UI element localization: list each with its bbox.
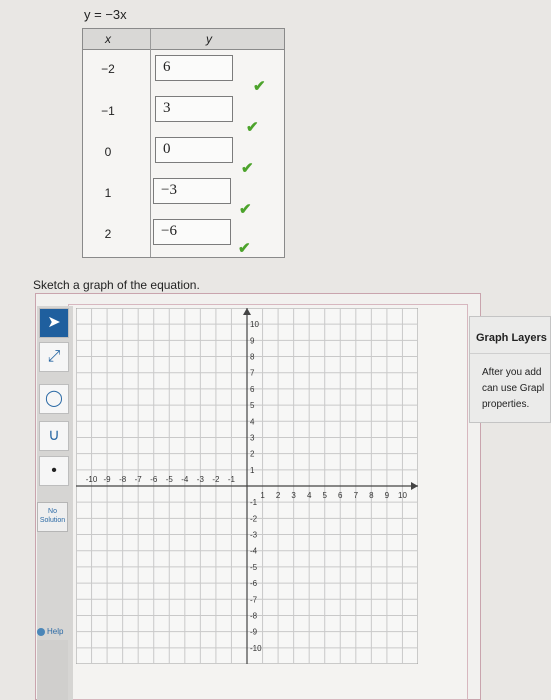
help-label: Help (47, 627, 64, 636)
coordinate-grid[interactable]: -10 -9 -8 -7 -6 -5 -4 -3 -2 -11 2 3 4 5 6 7 8 9 1010987654… (76, 308, 418, 664)
correct-check-icon: ✔ (241, 160, 254, 177)
point-icon: • (51, 462, 57, 479)
point-tool-button[interactable]: • (39, 456, 69, 486)
x-tick-label: -7 (135, 475, 143, 484)
y-tick-label: 1 (250, 466, 255, 475)
y-answer-input[interactable]: −3 (153, 178, 231, 204)
x-tick-label: -5 (166, 475, 174, 484)
x-tick-label: -6 (150, 475, 158, 484)
circle-icon: ◯ (45, 390, 63, 407)
x-tick-label: -1 (228, 475, 236, 484)
y-tick-label: -1 (250, 498, 258, 507)
layers-help-text: After you add can use Grapl properties. (482, 365, 544, 413)
layers-text-line: After you add (482, 367, 542, 378)
graph-layers-panel: Graph Layers After you add can use Grapl… (469, 316, 551, 423)
x-tick-label: 6 (338, 491, 343, 500)
graph-layers-title: Graph Layers (476, 332, 547, 344)
x-header: x (105, 32, 111, 46)
y-tick-label: 2 (250, 450, 255, 459)
x-tick-label: -8 (119, 475, 127, 484)
x-tick-label: 4 (307, 491, 312, 500)
pointer-tool-button[interactable]: ➤ (39, 308, 69, 338)
no-solution-label: No (48, 508, 57, 515)
y-tick-label: -6 (250, 579, 258, 588)
help-icon (37, 627, 45, 636)
x-tick-label: -4 (181, 475, 189, 484)
layers-text-line: can use Grapl (482, 383, 545, 394)
y-tick-label: -7 (250, 595, 258, 604)
y-tick-label: 7 (250, 369, 255, 378)
x-tick-label: 5 (323, 491, 328, 500)
no-solution-button[interactable]: No Solution (37, 502, 68, 532)
parabola-icon: ∪ (48, 427, 60, 444)
y-tick-label: -10 (250, 644, 262, 653)
x-tick-label: -9 (104, 475, 112, 484)
x-tick-label: -2 (212, 475, 220, 484)
x-cell: 0 (104, 145, 112, 159)
y-answer-input[interactable]: 6 (155, 55, 233, 81)
no-solution-label: Solution (39, 517, 66, 524)
x-tick-label: 1 (260, 491, 265, 500)
arrow-pointer-icon: ➤ (47, 314, 61, 331)
column-divider (150, 29, 151, 257)
y-tick-label: 6 (250, 385, 255, 394)
y-tick-label: 8 (250, 353, 255, 362)
y-tick-label: 10 (250, 320, 259, 329)
line-icon: ⤢ (47, 348, 61, 365)
x-cell: −1 (101, 104, 115, 118)
y-header: y (206, 32, 212, 46)
circle-tool-button[interactable]: ◯ (39, 384, 69, 414)
y-tick-label: -2 (250, 514, 258, 523)
y-tick-label: -4 (250, 547, 258, 556)
xy-table: x y −2 −1 0 1 2 6 3 0 −3 −6 ✔ ✔ ✔ ✔ ✔ (82, 28, 285, 258)
y-tick-label: -9 (250, 628, 258, 637)
y-tick-label: 9 (250, 336, 255, 345)
y-answer-input[interactable]: 3 (155, 96, 233, 122)
x-tick-label: 3 (291, 491, 296, 500)
x-tick-label: 8 (369, 491, 374, 500)
equation-label: y = −3x (84, 7, 127, 22)
correct-check-icon: ✔ (246, 119, 259, 136)
correct-check-icon: ✔ (253, 78, 266, 95)
y-tick-label: -3 (250, 531, 258, 540)
y-tick-label: -8 (250, 611, 258, 620)
y-tick-label: 5 (250, 401, 255, 410)
x-cell: 2 (104, 227, 112, 241)
line-tool-button[interactable]: ⤢ (39, 342, 69, 372)
y-tick-label: 4 (250, 417, 255, 426)
layers-text-line: properties. (482, 399, 530, 410)
y-answer-input[interactable]: 0 (155, 137, 233, 163)
correct-check-icon: ✔ (239, 201, 252, 218)
layers-divider (470, 353, 550, 354)
y-tick-label: 3 (250, 433, 255, 442)
x-tick-label: -3 (197, 475, 205, 484)
x-tick-label: 10 (398, 491, 407, 500)
help-link[interactable]: Help (37, 627, 63, 636)
table-header: x y (83, 29, 284, 50)
x-tick-label: 9 (385, 491, 390, 500)
correct-check-icon: ✔ (238, 240, 251, 257)
y-tick-label: -5 (250, 563, 258, 572)
x-cell: 1 (104, 186, 112, 200)
toolbar-spacer (37, 640, 68, 700)
sketch-prompt: Sketch a graph of the equation. (33, 278, 200, 292)
parabola-tool-button[interactable]: ∪ (39, 421, 69, 451)
x-cell: −2 (101, 62, 115, 76)
y-answer-input[interactable]: −6 (153, 219, 231, 245)
x-tick-label: 2 (276, 491, 281, 500)
x-tick-label: -10 (86, 475, 98, 484)
x-tick-label: 7 (354, 491, 359, 500)
